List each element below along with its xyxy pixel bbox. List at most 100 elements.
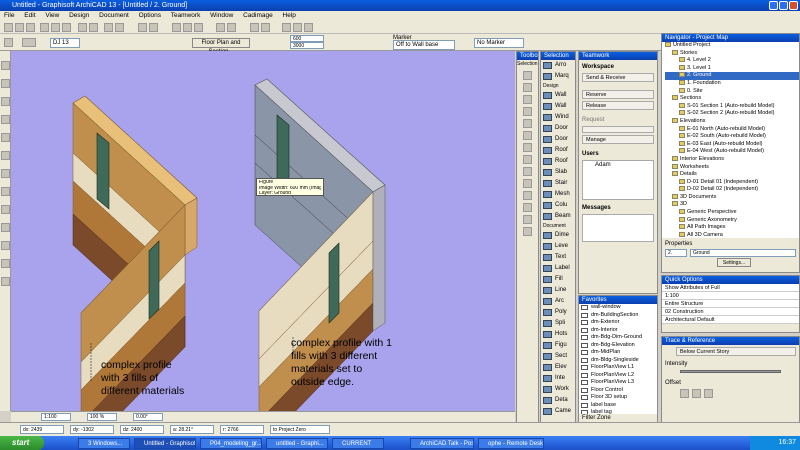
favorite-item[interactable]: wall-window — [579, 304, 657, 312]
menu-design[interactable]: Design — [69, 12, 89, 19]
favorite-item[interactable]: dm-Bdg-Elevation — [579, 342, 657, 350]
tool-mesh[interactable]: Mesh — [541, 189, 575, 200]
favorite-item[interactable]: dm-Interior — [579, 327, 657, 335]
project-map-tree[interactable]: Untitled Project Stories 4. Level 2 3. Leve… — [662, 42, 799, 238]
document-tool[interactable]: Came — [541, 406, 575, 417]
tool-marquee[interactable]: Marq — [541, 71, 575, 82]
toolbox-tool-icon[interactable] — [523, 227, 532, 236]
story-id-field[interactable]: 2. — [665, 249, 687, 257]
zoom-out-icon[interactable] — [183, 23, 192, 32]
release-button[interactable]: Release — [582, 101, 654, 110]
project-map-item[interactable]: S-02 Section 2 (Auto-rebuild Model) — [665, 110, 799, 118]
tool-wall-2[interactable]: Wall — [541, 101, 575, 112]
toolbox-tool-icon[interactable] — [523, 119, 532, 128]
pen-set-icon[interactable] — [261, 23, 270, 32]
document-tool[interactable]: Work — [541, 384, 575, 395]
favorite-item[interactable]: label base — [579, 402, 657, 410]
redo-icon[interactable] — [89, 23, 98, 32]
project-map-item[interactable]: Stories — [665, 49, 799, 58]
tool-arrow[interactable]: Arro — [541, 60, 575, 71]
story-name-field[interactable]: Ground — [690, 249, 796, 257]
slab-icon[interactable] — [1, 115, 10, 124]
tool-roof-2[interactable]: Roof — [541, 156, 575, 167]
tool-door[interactable]: Door — [541, 123, 575, 134]
quick-option-row[interactable]: 1:100 — [662, 292, 799, 300]
height-field[interactable]: 600 — [290, 35, 324, 42]
dimension-icon[interactable] — [1, 205, 10, 214]
fill-icon[interactable] — [1, 223, 10, 232]
open-file-icon[interactable] — [15, 23, 24, 32]
messages-list[interactable] — [582, 214, 654, 242]
object-icon[interactable] — [1, 151, 10, 160]
taskbar-item[interactable]: ophe - Remote Desktop... — [478, 438, 544, 449]
document-tool[interactable]: Hots — [541, 329, 575, 340]
taskbar-item[interactable]: P04_modeling_gr... — [200, 438, 262, 449]
project-map-item[interactable]: E-04 West (Auto-rebuild Model) — [665, 148, 799, 156]
settings-button[interactable]: Settings... — [717, 258, 751, 267]
favorite-item[interactable]: dm-BuildingSection — [579, 312, 657, 320]
manage-button[interactable]: Manage — [582, 135, 654, 144]
tool-beam[interactable]: Beam — [541, 211, 575, 222]
project-map-item[interactable]: Generic Perspective — [665, 209, 799, 217]
menu-window[interactable]: Window — [210, 12, 233, 19]
document-tool[interactable]: Inte — [541, 373, 575, 384]
grid-icon[interactable] — [149, 23, 158, 32]
layer-icon[interactable] — [250, 23, 259, 32]
project-map-item[interactable]: 0. Site — [665, 87, 799, 96]
document-tool[interactable]: Label — [541, 263, 575, 274]
coord-dx[interactable]: dx: 2439 — [20, 425, 64, 434]
project-map-item[interactable]: 3. Level 1 — [665, 64, 799, 73]
trace-icon[interactable] — [282, 23, 291, 32]
angle-field[interactable]: 0.00° — [133, 413, 163, 421]
tool-slab[interactable]: Slab — [541, 167, 575, 178]
favorites-list[interactable]: wall-window dm-BuildingSection dm-Exterior… — [579, 304, 657, 414]
taskbar-item[interactable]: CURRENT — [332, 438, 384, 449]
taskbar-item[interactable]: ArchiCAD Talk - Post... — [410, 438, 474, 449]
text-icon[interactable] — [1, 187, 10, 196]
document-tool[interactable]: Poly — [541, 307, 575, 318]
offset-field[interactable]: 3000 — [290, 42, 324, 49]
project-map-item[interactable]: Untitled Project — [665, 42, 799, 50]
paste-icon[interactable] — [62, 23, 71, 32]
project-map-item[interactable]: Worksheets — [665, 163, 799, 172]
rotate-icon[interactable] — [692, 389, 701, 398]
project-map-item[interactable]: E-03 East (Auto-rebuild Model) — [665, 140, 799, 149]
marquee-icon[interactable] — [1, 79, 10, 88]
camera-icon[interactable] — [1, 277, 10, 286]
document-tool[interactable]: Figu — [541, 340, 575, 351]
menu-file[interactable]: File — [4, 12, 14, 19]
toolbox-tool-icon[interactable] — [523, 179, 532, 188]
menu-help[interactable]: Help — [283, 12, 296, 19]
right-door-front[interactable] — [328, 242, 340, 324]
copy-icon[interactable] — [51, 23, 60, 32]
document-tool[interactable]: Text — [541, 252, 575, 263]
project-map-item[interactable]: 1. Foundation — [665, 79, 799, 88]
scale-field[interactable]: 1:100 — [41, 413, 71, 421]
tool-roof[interactable]: Roof — [541, 145, 575, 156]
tool-door-2[interactable]: Door — [541, 134, 575, 145]
magic-wand-icon[interactable] — [115, 23, 124, 32]
below-story-select[interactable]: Below Current Story — [676, 347, 796, 356]
project-map-item[interactable]: All Path Images — [665, 224, 799, 232]
project-map-item[interactable]: D-02 Detail 02 (Independent) — [665, 186, 799, 194]
toolbox-tool-icon[interactable] — [523, 95, 532, 104]
favorite-item[interactable]: FloorPlanView L1 — [579, 364, 657, 372]
marker-select[interactable]: Off to Wall base — [393, 40, 455, 50]
favorite-item[interactable]: label tag — [579, 409, 657, 414]
project-map-item[interactable]: 3D — [665, 201, 799, 209]
project-map-item[interactable]: Elevations — [665, 117, 799, 126]
floor-plan-section-button[interactable]: Floor Plan and Section... — [192, 38, 250, 55]
project-map-item[interactable]: 2. Ground — [665, 72, 799, 80]
toolbox-tool-icon[interactable] — [523, 71, 532, 80]
quick-option-row[interactable]: Entire Structure — [662, 300, 799, 308]
menu-teamwork[interactable]: Teamwork — [171, 12, 201, 19]
favorite-item[interactable]: Floor 3D setup — [579, 394, 657, 402]
send-receive-button[interactable]: Send & Receive — [582, 73, 654, 82]
project-map-item[interactable]: S-01 Section 1 (Auto-rebuild Model) — [665, 102, 799, 111]
taskbar-item[interactable]: 3 Windows... — [78, 438, 130, 449]
menu-cadimage[interactable]: Cadimage — [243, 12, 273, 19]
toolbox-tool-icon[interactable] — [523, 83, 532, 92]
project-map-item[interactable]: E-02 South (Auto-rebuild Model) — [665, 133, 799, 141]
coord-radius[interactable]: r: 2766 — [220, 425, 264, 434]
pan-icon[interactable] — [194, 23, 203, 32]
